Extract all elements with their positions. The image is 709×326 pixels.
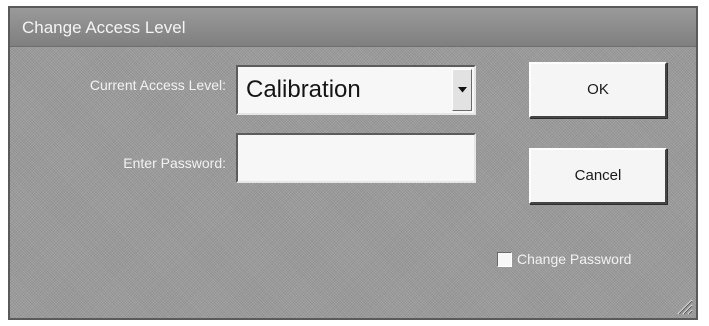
ok-button[interactable]: OK [529,62,667,118]
cancel-button[interactable]: Cancel [529,148,667,204]
change-password-checkbox[interactable] [497,252,512,267]
password-field[interactable] [236,133,476,183]
access-level-label: Current Access Level: [89,77,226,93]
access-level-value: Calibration [246,76,361,103]
title-bar[interactable]: Change Access Level [10,8,696,47]
resize-grip-icon[interactable] [675,297,693,315]
password-label: Enter Password: [123,155,226,171]
dialog-title: Change Access Level [22,18,186,37]
chevron-down-icon [458,87,467,93]
access-level-select[interactable]: Calibration [236,65,476,115]
change-access-level-dialog: Change Access Level Current Access Level… [8,6,698,320]
change-password-label: Change Password [517,251,632,267]
dropdown-button[interactable] [452,69,472,111]
